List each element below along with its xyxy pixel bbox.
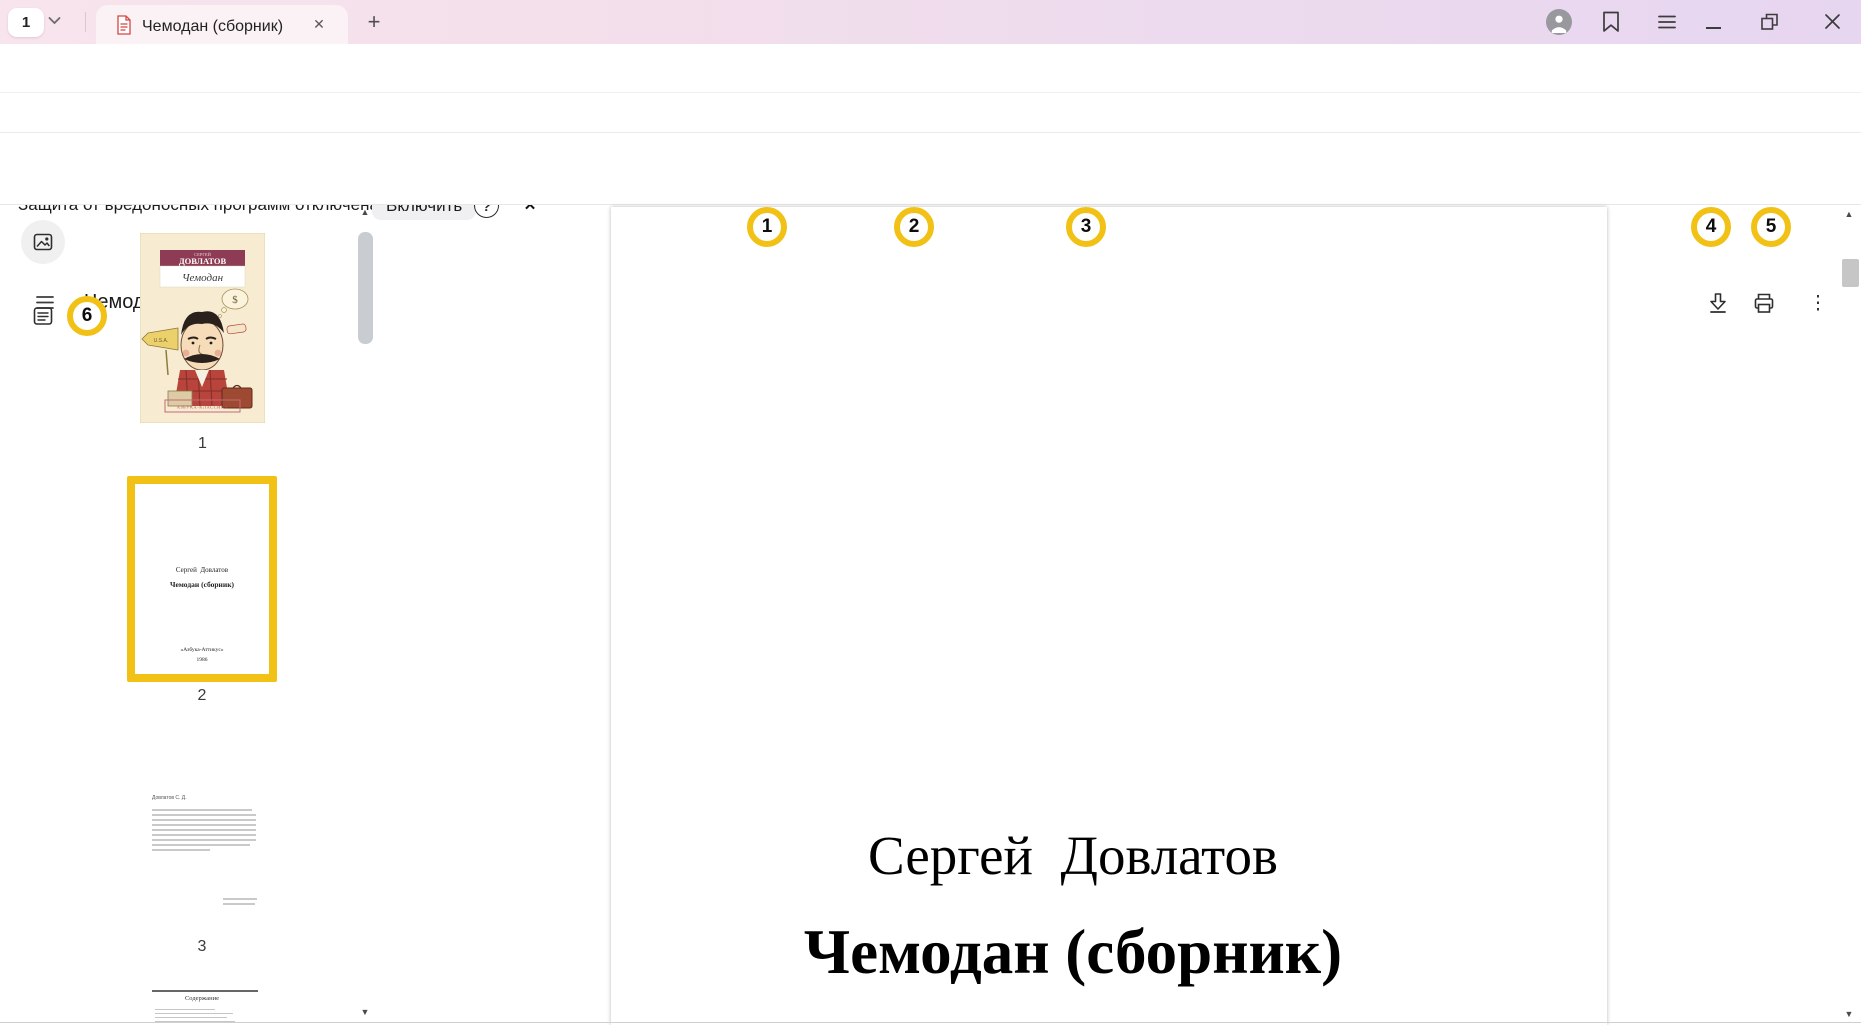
thumbnail-2-label: 2 bbox=[127, 687, 277, 705]
browser-window: 1 Чемодан (сборник) ✕ + bbox=[0, 0, 1861, 1025]
annotation-3-number: 3 bbox=[1081, 216, 1092, 238]
new-tab-button[interactable]: + bbox=[362, 10, 386, 34]
protection-notification-bar: Защита от вредоносных программ отключена… bbox=[0, 93, 1861, 133]
pdf-toolbar: Чемодан (сборник) 2 / 21 − 100% + bbox=[0, 133, 1861, 205]
annotation-5-number: 5 bbox=[1766, 216, 1777, 238]
annotation-circle-1: 1 bbox=[747, 207, 787, 247]
svg-text:Чемодан: Чемодан bbox=[182, 272, 224, 284]
tab-counter-label: 1 bbox=[22, 14, 30, 31]
thumbnails-view-icon[interactable] bbox=[31, 230, 55, 254]
profile-avatar[interactable] bbox=[1546, 9, 1572, 35]
sidebar-scroll-up-icon[interactable]: ▲ bbox=[356, 206, 374, 218]
thumb3-head: Довлатов С. Д. bbox=[152, 795, 187, 801]
toolbar-divider bbox=[0, 204, 1861, 205]
annotation-circle-3: 3 bbox=[1066, 207, 1106, 247]
address-bar: Я file:///C:/Users/User/Downloads/Чемода… bbox=[0, 44, 1861, 93]
thumbnail-3-label: 3 bbox=[135, 938, 269, 956]
thumbnail-page-1[interactable]: СЕРГЕЙ ДОВЛАТОВ Чемодан $ U.S.A. bbox=[140, 233, 265, 423]
thumb3-copyright-lines bbox=[223, 898, 257, 908]
thumbnail-page-2-selected[interactable]: Сергей Довлатов Чемодан (сборник) «Азбук… bbox=[127, 476, 277, 682]
main-scroll-down-icon[interactable]: ▼ bbox=[1840, 1008, 1858, 1020]
tab-separator bbox=[85, 12, 86, 32]
annotation-1-number: 1 bbox=[762, 216, 773, 238]
window-close-button[interactable] bbox=[1824, 13, 1841, 30]
annotation-circle-5: 5 bbox=[1751, 207, 1791, 247]
thumbnail-page-4[interactable]: Содержание bbox=[135, 985, 269, 1025]
thumbnail-1-label: 1 bbox=[140, 435, 265, 453]
window-restore-button[interactable] bbox=[1760, 12, 1779, 31]
pdf-page[interactable] bbox=[611, 207, 1607, 1025]
thumb2-title: Чемодан (сборник) bbox=[135, 580, 269, 589]
active-tab[interactable]: Чемодан (сборник) ✕ bbox=[96, 5, 348, 44]
thumbnail-page-3[interactable]: Довлатов С. Д. bbox=[135, 775, 269, 935]
thumbnail-2-page: Сергей Довлатов Чемодан (сборник) «Азбук… bbox=[135, 484, 269, 674]
main-scrollbar-thumb[interactable] bbox=[1842, 259, 1859, 287]
svg-text:U.S.A.: U.S.A. bbox=[154, 338, 168, 344]
thumb2-author: Сергей Довлатов bbox=[135, 566, 269, 574]
thumb4-heading: Содержание bbox=[135, 995, 269, 1002]
window-minimize-button[interactable] bbox=[1706, 27, 1721, 29]
svg-text:$: $ bbox=[232, 294, 238, 306]
sidebar-scroll-down-icon[interactable]: ▼ bbox=[356, 1006, 374, 1018]
book-cover-art: СЕРГЕЙ ДОВЛАТОВ Чемодан $ U.S.A. bbox=[140, 233, 265, 423]
tab-counter-button[interactable]: 1 bbox=[8, 8, 44, 37]
chevron-down-icon[interactable] bbox=[48, 16, 61, 25]
page-title-heading: Чемодан (сборник) bbox=[611, 916, 1607, 989]
tab-close-icon[interactable]: ✕ bbox=[310, 15, 328, 33]
annotation-circle-2: 2 bbox=[894, 207, 934, 247]
annotation-circle-4: 4 bbox=[1691, 207, 1731, 247]
pdf-favicon-icon bbox=[116, 15, 132, 35]
thumb2-year: 1986 bbox=[135, 657, 269, 663]
svg-text:АЗБУКА-КЛАССИКА: АЗБУКА-КЛАССИКА bbox=[177, 405, 229, 410]
sidebar-scrollbar-thumb[interactable] bbox=[358, 232, 373, 344]
thumb2-publisher: «Азбука-Аттикус» bbox=[135, 647, 269, 653]
download-pdf-icon[interactable] bbox=[1706, 291, 1730, 315]
annotation-circle-6: 6 bbox=[67, 296, 107, 336]
outline-view-icon[interactable] bbox=[31, 304, 55, 328]
pdf-more-icon[interactable]: ⋮ bbox=[1810, 291, 1826, 315]
tab-title: Чемодан (сборник) bbox=[142, 18, 302, 36]
window-bottom-border bbox=[0, 1022, 1861, 1023]
annotation-6-number: 6 bbox=[82, 305, 93, 327]
main-scroll-up-icon[interactable]: ▲ bbox=[1840, 208, 1858, 220]
annotation-4-number: 4 bbox=[1706, 216, 1717, 238]
svg-text:ДОВЛАТОВ: ДОВЛАТОВ bbox=[179, 256, 227, 266]
print-pdf-icon[interactable] bbox=[1752, 291, 1776, 315]
browser-menu-icon[interactable] bbox=[1658, 15, 1676, 29]
thumb4-rule bbox=[152, 990, 258, 992]
thumb3-paragraph bbox=[152, 809, 256, 854]
annotation-2-number: 2 bbox=[909, 216, 920, 238]
bookmarks-panel-icon[interactable] bbox=[1600, 10, 1622, 34]
tab-bar: 1 Чемодан (сборник) ✕ + bbox=[0, 0, 1861, 44]
page-author-heading: Сергей Довлатов bbox=[611, 824, 1607, 887]
